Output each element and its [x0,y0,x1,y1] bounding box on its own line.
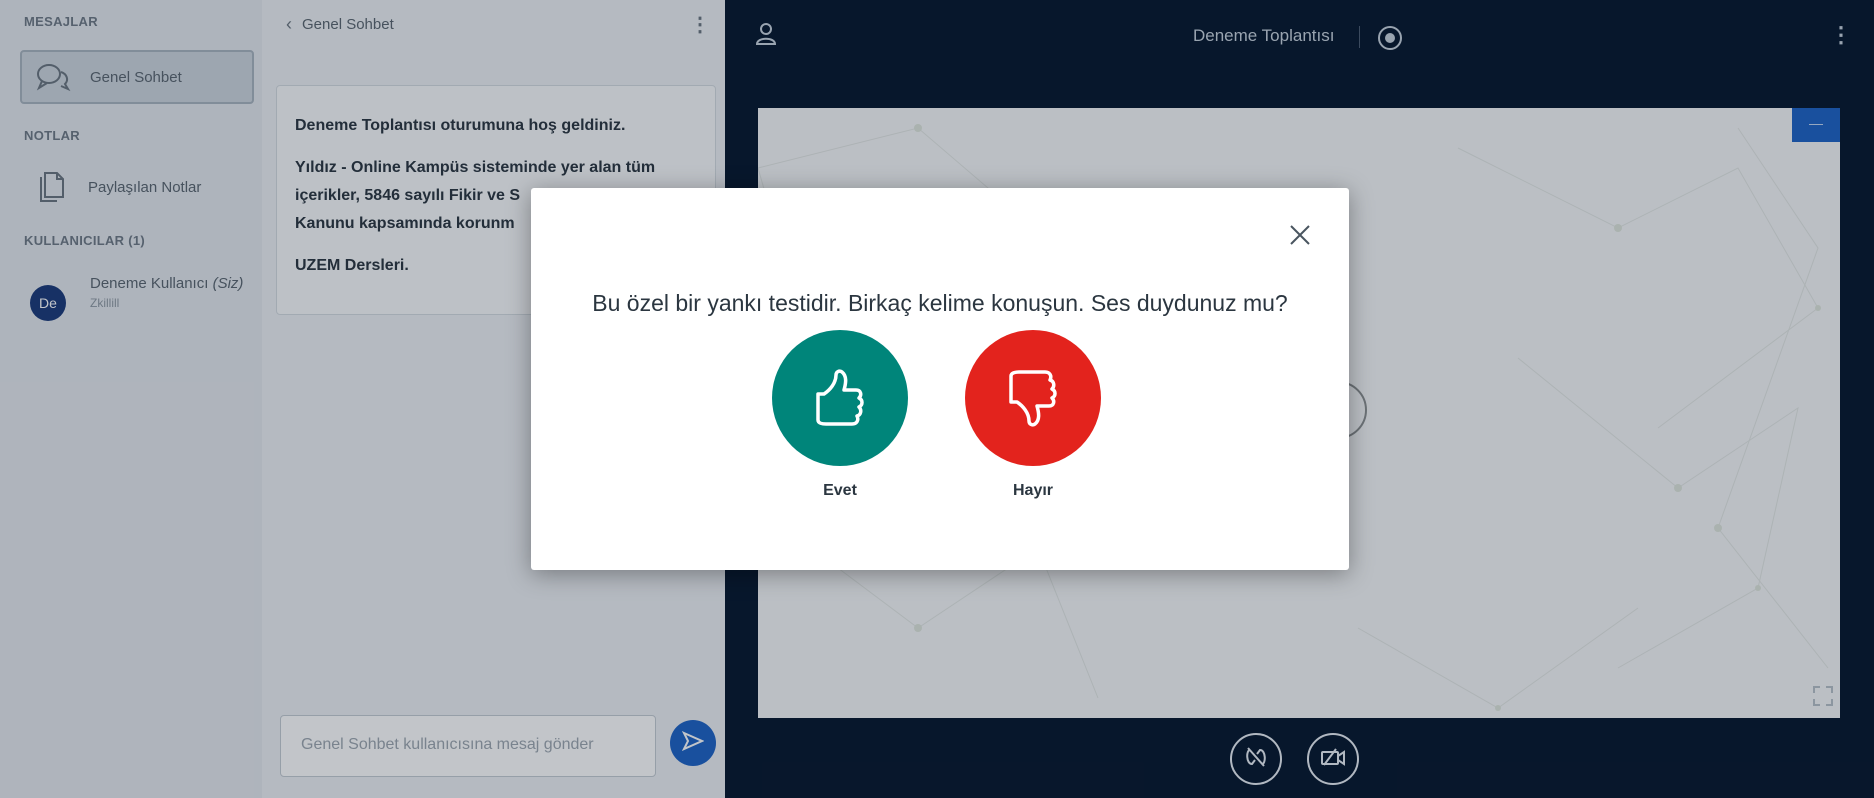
no-label: Hayır [1012,482,1054,499]
thumbs-down-icon [965,330,1101,466]
no-button[interactable]: Hayır [963,330,1103,500]
thumbs-up-icon [772,330,908,466]
close-icon[interactable] [1289,224,1311,251]
yes-button[interactable]: Evet [770,330,910,500]
echo-test-question: Bu özel bir yankı testidir. Birkaç kelim… [592,290,1288,316]
yes-label: Evet [823,482,857,499]
echo-test-modal: Bu özel bir yankı testidir. Birkaç kelim… [531,188,1349,570]
